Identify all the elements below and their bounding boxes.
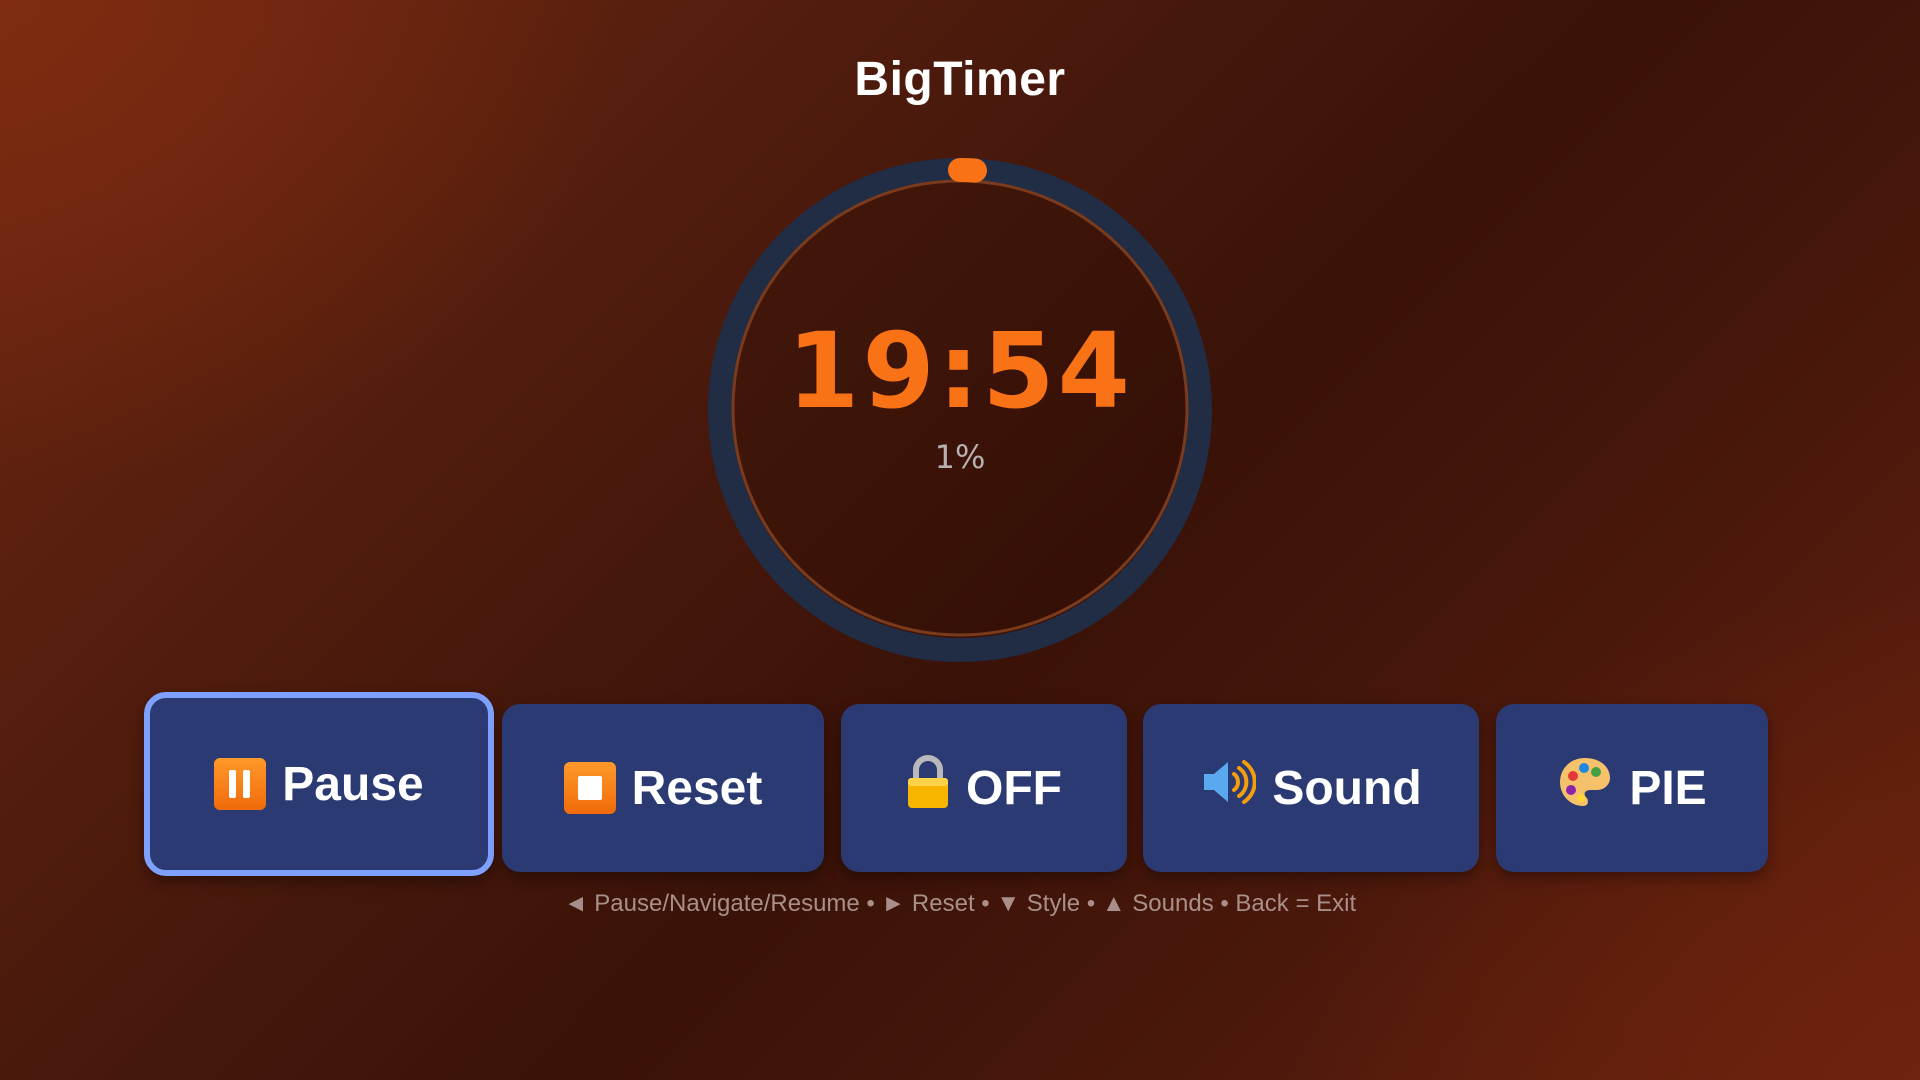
reset-button-label: Reset — [631, 761, 763, 815]
pause-button-label: Pause — [282, 757, 424, 811]
timer-display: 19:54 — [786, 310, 1134, 432]
keyboard-hint: ◄ Pause/Navigate/Resume • ► Reset • ▼ St… — [563, 890, 1357, 917]
stop-icon — [563, 762, 616, 814]
lock-icon — [906, 754, 950, 822]
sound-button-label: Sound — [1272, 761, 1422, 815]
progress-percent: 1% — [934, 438, 986, 476]
sound-button[interactable]: Sound — [1143, 704, 1479, 872]
pause-icon — [214, 758, 267, 810]
style-button-label: PIE — [1629, 761, 1707, 815]
reset-button[interactable]: Reset — [502, 704, 824, 872]
speaker-icon — [1200, 754, 1258, 822]
style-button[interactable]: PIE — [1496, 704, 1768, 872]
pause-button[interactable]: Pause — [144, 692, 494, 876]
app-title: BigTimer — [854, 53, 1066, 106]
lock-button-label: OFF — [966, 761, 1062, 815]
palette-icon — [1557, 754, 1613, 822]
lock-button[interactable]: OFF — [841, 704, 1127, 872]
